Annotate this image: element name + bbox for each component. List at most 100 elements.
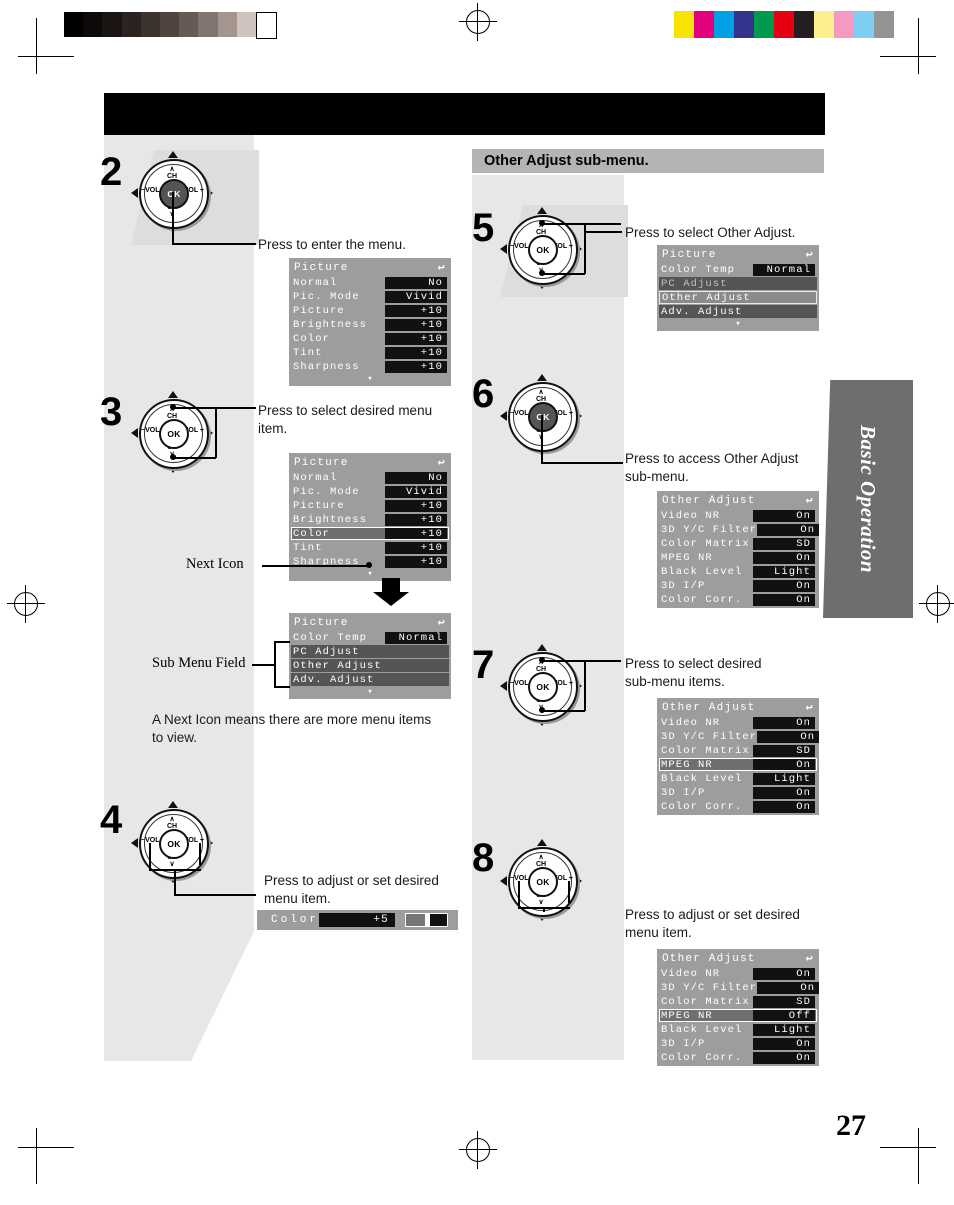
osd-back-icon[interactable]: ↩ — [806, 495, 814, 507]
dpad-vol-minus-label[interactable]: −VOL — [141, 187, 159, 194]
osd-row[interactable]: Color Corr. On — [659, 800, 817, 813]
dpad-ch-up-label[interactable]: ∧CH — [135, 166, 209, 180]
osd-title-label: Other Adjust — [662, 952, 756, 965]
dpad-vol-minus-label[interactable]: −VOL — [510, 680, 528, 687]
osd-back-icon[interactable]: ↩ — [806, 249, 814, 261]
osd-other-adjust-step8: Other Adjust ↩ Video NR On 3D Y/C Filter On Co… — [657, 949, 820, 1066]
color-slider-track[interactable] — [404, 913, 448, 927]
osd-row[interactable]: Other Adjust — [659, 291, 817, 304]
color-slider-value: +5 — [319, 913, 395, 927]
osd-row[interactable]: Color +10 — [291, 332, 449, 345]
osd-picture-menu-step2: Picture ↩ Normal No Pic. Mode Vivid Picture +10… — [289, 258, 451, 386]
osd-row[interactable]: MPEG NR On — [659, 758, 817, 771]
osd-row[interactable]: Picture +10 — [291, 304, 449, 317]
osd-row[interactable]: 3D I/P On — [659, 579, 817, 592]
osd-row[interactable]: 3D I/P On — [659, 786, 817, 799]
dpad-vol-minus-label[interactable]: −VOL — [141, 427, 159, 434]
osd-row[interactable]: Color Matrix SD — [659, 744, 817, 757]
dpad-ok-button[interactable]: OK — [159, 419, 189, 449]
osd-next-icon: ▾ — [735, 318, 741, 329]
osd-row[interactable]: Video NR On — [659, 716, 817, 729]
dpad-ok-button[interactable]: OK — [528, 672, 558, 702]
osd-next-icon: ▾ — [367, 568, 373, 579]
osd-row[interactable]: Black Level Light — [659, 1023, 817, 1036]
osd-row[interactable]: PC Adjust — [659, 277, 817, 290]
gray-step-3 — [121, 12, 141, 37]
osd-row[interactable]: Color Matrix SD — [659, 995, 817, 1008]
osd-row-key: Black Level — [661, 565, 743, 578]
osd-row[interactable]: Sharpness +10 — [291, 360, 449, 373]
osd-row[interactable]: Tint +10 — [291, 541, 449, 554]
osd-row[interactable]: Color Corr. On — [659, 593, 817, 606]
color-slider-knob[interactable] — [424, 914, 430, 926]
osd-row[interactable]: Brightness +10 — [291, 513, 449, 526]
osd-row[interactable]: Pic. Mode Vivid — [291, 290, 449, 303]
osd-row[interactable]: Normal No — [291, 276, 449, 289]
dpad-vol-minus-label[interactable]: −VOL — [510, 243, 528, 250]
osd-row-key: Other Adjust — [293, 659, 382, 672]
dpad-ok-button[interactable]: OK — [528, 235, 558, 265]
osd-row-value: +10 — [385, 332, 447, 345]
dpad-ch-up-label[interactable]: ∧CH — [504, 389, 578, 403]
osd-picture-submenu-step5: Picture ↩ Color Temp Normal PC Adjust Other A… — [657, 245, 819, 331]
osd-back-icon[interactable]: ↩ — [438, 617, 446, 629]
osd-row[interactable]: Picture +10 — [291, 499, 449, 512]
osd-row[interactable]: MPEG NR On — [659, 551, 817, 564]
osd-row[interactable]: Tint +10 — [291, 346, 449, 359]
color-step-2 — [714, 11, 734, 38]
color-step-6 — [794, 11, 814, 38]
osd-row[interactable]: Normal No — [291, 471, 449, 484]
dpad-ch-up-label[interactable]: ∧CH — [504, 854, 578, 868]
osd-row[interactable]: MPEG NR Off — [659, 1009, 817, 1022]
osd-row-value: On — [753, 758, 815, 771]
osd-row[interactable]: 3D Y/C Filter On — [659, 730, 820, 743]
osd-back-icon[interactable]: ↩ — [806, 702, 814, 714]
osd-row[interactable]: PC Adjust — [291, 645, 449, 658]
osd-row[interactable]: Black Level Light — [659, 565, 817, 578]
osd-row[interactable]: 3D Y/C Filter On — [659, 523, 820, 536]
step-number-4: 4 — [100, 798, 123, 842]
remote-dial-step4[interactable]: ∧CHCH∨−VOLVOL +OK — [131, 801, 213, 883]
osd-row[interactable]: 3D Y/C Filter On — [659, 981, 820, 994]
instruction-step3: Press to select desired menu item. — [258, 403, 433, 436]
osd-row[interactable]: Video NR On — [659, 509, 817, 522]
crop-mark-bl-h — [18, 1147, 74, 1148]
osd-row[interactable]: Color +10 — [291, 527, 449, 540]
leader-step5-h3 — [584, 231, 622, 233]
remote-dial-step8[interactable]: ∧CHCH∨−VOLVOL +OK — [500, 839, 582, 921]
dpad-ok-button[interactable]: OK — [528, 867, 558, 897]
dpad-ch-up-label[interactable]: ∧CH — [135, 816, 209, 830]
osd-row[interactable]: Pic. Mode Vivid — [291, 485, 449, 498]
osd-row[interactable]: Other Adjust — [291, 659, 449, 672]
osd-row[interactable]: Adv. Adjust — [291, 673, 449, 686]
osd-row[interactable]: Color Corr. On — [659, 1051, 817, 1064]
osd-row[interactable]: 3D I/P On — [659, 1037, 817, 1050]
osd-title-label: Picture — [662, 248, 717, 261]
page-number: 27 — [836, 1109, 866, 1142]
osd-row[interactable]: Color Temp Normal — [659, 263, 817, 276]
osd-title-bar: Picture ↩ — [291, 615, 449, 630]
manual-page: Other Adjust sub-menu. Basic Operation 2… — [0, 0, 954, 1205]
osd-row[interactable]: Color Temp Normal — [291, 631, 449, 644]
leader-dot-step3-down — [170, 454, 176, 460]
dpad-vol-minus-label[interactable]: −VOL — [510, 410, 528, 417]
osd-row[interactable]: Black Level Light — [659, 772, 817, 785]
osd-row-key: Color — [293, 527, 331, 540]
osd-row[interactable]: Color Matrix SD — [659, 537, 817, 550]
osd-row[interactable]: Video NR On — [659, 967, 817, 980]
dpad-ok-button[interactable]: OK — [528, 402, 558, 432]
osd-back-icon[interactable]: ↩ — [806, 953, 814, 965]
leader-dot-step3-up — [170, 404, 176, 410]
color-slider-fill — [405, 914, 425, 926]
osd-back-icon[interactable]: ↩ — [438, 262, 446, 274]
osd-row[interactable]: Adv. Adjust — [659, 305, 817, 318]
osd-back-icon[interactable]: ↩ — [438, 457, 446, 469]
osd-row[interactable]: Brightness +10 — [291, 318, 449, 331]
dpad-ok-button[interactable]: OK — [159, 829, 189, 859]
dpad-arrow-up-icon — [537, 207, 547, 214]
osd-row-value: On — [757, 981, 820, 994]
osd-row-value: +10 — [385, 527, 447, 540]
osd-row-value: On — [757, 523, 820, 536]
osd-row-key: Other Adjust — [662, 291, 751, 304]
dpad-ok-button[interactable]: OK — [159, 179, 189, 209]
